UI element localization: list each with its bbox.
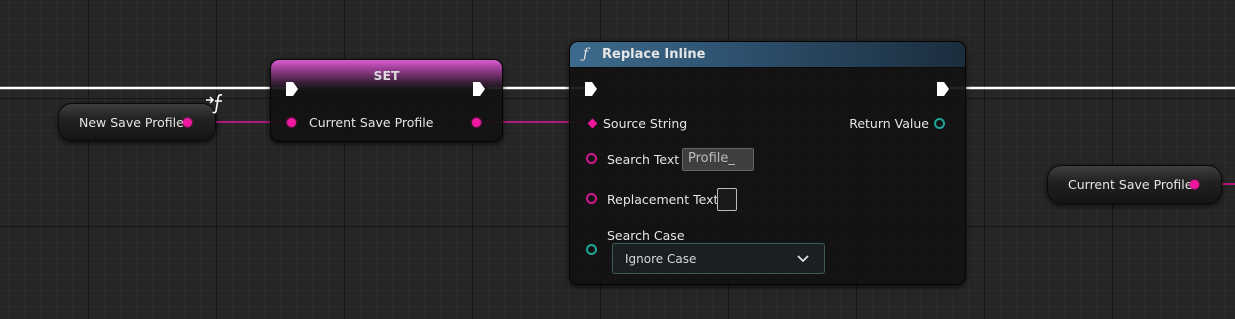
search-text-label: Search Text [607, 152, 680, 167]
search-case-pin[interactable] [586, 244, 597, 255]
replace-inline-node[interactable]: ƒ Replace Inline Source String Return Va… [569, 41, 966, 285]
search-case-value: Ignore Case [625, 252, 697, 266]
search-text-pin[interactable] [586, 153, 597, 164]
current-save-profile-getter-node[interactable]: Current Save Profile [1047, 165, 1222, 204]
source-string-pin[interactable] [587, 118, 598, 129]
return-value-pin[interactable] [934, 118, 945, 129]
function-icon: ƒ [583, 46, 589, 62]
new-save-profile-node[interactable]: New Save Profile [58, 94, 223, 141]
search-text-input[interactable]: Profile_ [682, 148, 754, 171]
replace-inline-title: Replace Inline [602, 47, 706, 62]
set-exec-in-pin[interactable] [285, 81, 299, 97]
replace-exec-in-pin[interactable] [584, 81, 598, 97]
search-case-dropdown[interactable]: Ignore Case [612, 243, 825, 274]
source-string-label: Source String [603, 116, 688, 131]
set-value-input-pin[interactable] [287, 118, 296, 127]
set-exec-out-pin[interactable] [472, 81, 486, 97]
set-node-title: SET [373, 68, 400, 83]
chevron-down-icon [797, 255, 809, 263]
new-save-profile-label: New Save Profile [79, 115, 184, 130]
set-node[interactable]: SET Current Save Profile [270, 59, 503, 142]
set-pin-label: Current Save Profile [309, 115, 434, 130]
current-save-profile-getter-label: Current Save Profile [1068, 177, 1193, 192]
set-value-output-pin[interactable] [472, 118, 481, 127]
replacement-text-pin[interactable] [586, 193, 597, 204]
return-value-label: Return Value [849, 116, 929, 131]
function-icon [206, 94, 223, 114]
search-text-value: Profile_ [688, 151, 735, 166]
new-save-profile-output-pin[interactable] [183, 118, 192, 127]
replacement-text-label: Replacement Text [607, 192, 719, 207]
replacement-text-input[interactable] [717, 188, 737, 211]
search-case-label: Search Case [607, 228, 685, 243]
replace-exec-out-pin[interactable] [936, 81, 950, 97]
current-save-profile-getter-output-pin[interactable] [1190, 180, 1199, 189]
